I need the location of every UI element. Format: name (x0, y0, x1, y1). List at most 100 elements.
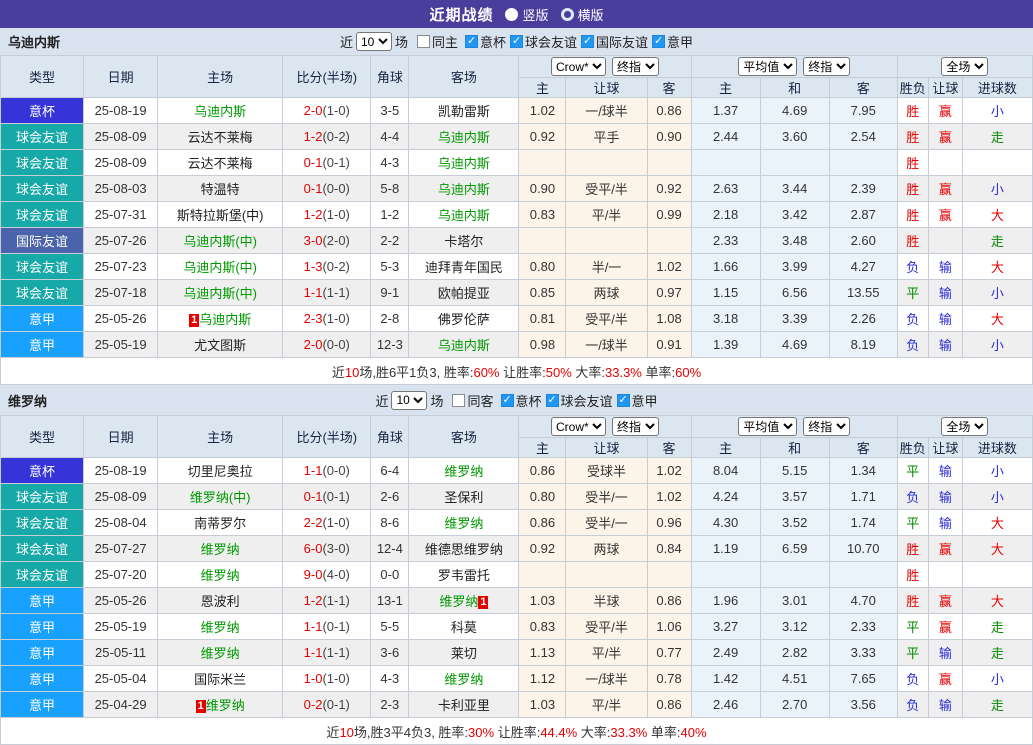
average-select[interactable]: 平均值 (738, 417, 797, 436)
odds-stage-select[interactable]: 终指 (612, 417, 659, 436)
team-link[interactable]: 维罗纳(中) (190, 490, 251, 505)
league-checkbox[interactable]: 意甲 (652, 32, 693, 51)
team-link[interactable]: 乌迪内斯(中) (183, 260, 257, 275)
odds-away: 1.06 (647, 614, 691, 640)
team-link[interactable]: 莱切 (451, 646, 477, 661)
layout-radio-horizontal[interactable]: 横版 (561, 5, 604, 24)
team-link[interactable]: 云达不莱梅 (188, 130, 253, 145)
average-stage-select[interactable]: 终指 (803, 57, 850, 76)
league-checkbox[interactable]: 意甲 (617, 391, 658, 410)
team-link[interactable]: 乌迪内斯(中) (183, 286, 257, 301)
bookmaker-select[interactable]: Crow* (551, 57, 606, 76)
team-link[interactable]: 南蒂罗尔 (194, 516, 246, 531)
home-team-cell: 维罗纳(中) (158, 484, 283, 510)
summary-text: 44.4% (540, 725, 577, 740)
odds-stage-select[interactable]: 终指 (612, 57, 659, 76)
score-halftime: (0-1) (322, 619, 349, 634)
odds-away: 0.91 (647, 332, 691, 358)
result-winloss: 胜 (897, 176, 928, 202)
home-team-cell: 国际米兰 (158, 666, 283, 692)
team-link[interactable]: 特温特 (201, 182, 240, 197)
league-checkbox[interactable]: 球会友谊 (510, 32, 577, 51)
corner-score: 4-4 (371, 124, 409, 150)
result-winloss: 负 (897, 254, 928, 280)
summary-text: 单率: (642, 365, 675, 380)
team-link[interactable]: 乌迪内斯 (438, 130, 490, 145)
same-venue-checkbox[interactable]: 同主 (417, 32, 458, 51)
odds-away: 0.77 (647, 640, 691, 666)
league-checkbox[interactable]: 意杯 (501, 391, 542, 410)
odds-away: 0.86 (647, 692, 691, 718)
team-link[interactable]: 维罗纳 (206, 698, 245, 713)
team-link[interactable]: 维罗纳 (439, 594, 478, 609)
team-link[interactable]: 凯勒雷斯 (438, 104, 490, 119)
odds-home: 0.81 (519, 306, 566, 332)
team-link[interactable]: 乌迪内斯 (438, 208, 490, 223)
team-link[interactable]: 维罗纳 (201, 568, 240, 583)
team-link[interactable]: 乌迪内斯(中) (183, 234, 257, 249)
scope-select[interactable]: 全场 (941, 417, 988, 436)
team-link[interactable]: 国际米兰 (194, 672, 246, 687)
league-label: 球会友谊 (525, 32, 577, 51)
layout-radio-vertical[interactable]: 竖版 (505, 5, 548, 24)
table-row: 球会友谊25-08-04南蒂罗尔2-2(1-0)8-6维罗纳0.86受半/一0.… (1, 510, 1033, 536)
result-handicap: 输 (928, 692, 962, 718)
team-link[interactable]: 维罗纳 (444, 516, 483, 531)
avg-home (691, 562, 760, 588)
corner-score: 5-5 (371, 614, 409, 640)
team-link[interactable]: 佛罗伦萨 (438, 312, 490, 327)
avg-away: 3.33 (829, 640, 897, 666)
team-link[interactable]: 卡塔尔 (444, 234, 483, 249)
bookmaker-select[interactable]: Crow* (551, 417, 606, 436)
league-checkbox[interactable]: 球会友谊 (546, 391, 613, 410)
home-team-cell: 乌迪内斯(中) (158, 254, 283, 280)
team-link[interactable]: 尤文图斯 (194, 338, 246, 353)
match-type-badge: 意甲 (1, 614, 84, 640)
average-stage-select[interactable]: 终指 (803, 417, 850, 436)
result-handicap: 输 (928, 306, 962, 332)
match-count-select[interactable]: 10 (391, 391, 427, 410)
avg-away: 2.87 (829, 202, 897, 228)
team-link[interactable]: 乌迪内斯 (199, 312, 251, 327)
league-checkbox[interactable]: 国际友谊 (581, 32, 648, 51)
team-link[interactable]: 恩波利 (201, 594, 240, 609)
table-row: 意甲25-05-04国际米兰1-0(1-0)4-3维罗纳1.12一/球半0.78… (1, 666, 1033, 692)
team-link[interactable]: 维德思维罗纳 (425, 542, 503, 557)
team-link[interactable]: 斯特拉斯堡(中) (177, 208, 264, 223)
team-link[interactable]: 罗韦雷托 (438, 568, 490, 583)
team-link[interactable]: 维罗纳 (201, 620, 240, 635)
team-link[interactable]: 乌迪内斯 (438, 338, 490, 353)
average-select[interactable]: 平均值 (738, 57, 797, 76)
team-link[interactable]: 科莫 (451, 620, 477, 635)
away-team-cell: 莱切 (409, 640, 519, 666)
league-checkbox[interactable]: 意杯 (465, 32, 506, 51)
odds-home (519, 228, 566, 254)
home-team-cell: 恩波利 (158, 588, 283, 614)
col-header-date: 日期 (84, 56, 158, 98)
team-link[interactable]: 云达不莱梅 (188, 156, 253, 171)
avg-away: 2.60 (829, 228, 897, 254)
same-venue-checkbox[interactable]: 同客 (452, 391, 493, 410)
team-link[interactable]: 维罗纳 (444, 464, 483, 479)
col-header-odds-home: 主 (519, 438, 566, 458)
match-date: 25-07-23 (84, 254, 158, 280)
team-link[interactable]: 乌迪内斯 (438, 182, 490, 197)
team-link[interactable]: 卡利亚里 (438, 698, 490, 713)
team-link[interactable]: 维罗纳 (201, 646, 240, 661)
scope-select[interactable]: 全场 (941, 57, 988, 76)
odds-home: 0.83 (519, 202, 566, 228)
league-label: 球会友谊 (561, 391, 613, 410)
team-link[interactable]: 切里尼奥拉 (188, 464, 253, 479)
league-label: 国际友谊 (596, 32, 648, 51)
team-link[interactable]: 迪拜青年国民 (425, 260, 503, 275)
team-link[interactable]: 乌迪内斯 (438, 156, 490, 171)
avg-draw: 3.52 (760, 510, 829, 536)
match-count-select[interactable]: 10 (356, 32, 392, 51)
team-link[interactable]: 维罗纳 (444, 672, 483, 687)
team-link[interactable]: 圣保利 (444, 490, 483, 505)
match-score: 1-3(0-2) (283, 254, 371, 280)
team-link[interactable]: 维罗纳 (201, 542, 240, 557)
team-link[interactable]: 欧帕提亚 (438, 286, 490, 301)
team-link[interactable]: 乌迪内斯 (194, 104, 246, 119)
avg-home: 2.33 (691, 228, 760, 254)
